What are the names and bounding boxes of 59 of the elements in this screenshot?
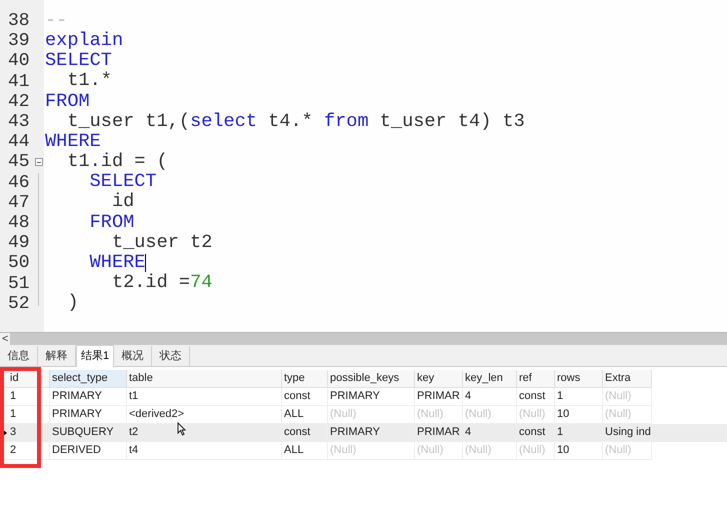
sql-keyword: from [324,112,369,132]
line-number: 51 [8,274,30,293]
line-number: 41 [8,72,30,91]
line-number: 43 [8,113,30,132]
current-row-icon [2,428,6,436]
sql-keyword: select [190,112,258,132]
code-text: t4.* [267,112,314,132]
mouse-pointer-icon [177,422,186,436]
line-number: 46 [8,174,30,192]
number-literal: 74 [190,274,212,293]
sql-keyword: WHERE [45,132,101,152]
sql-keyword: FROM [88,214,134,232]
code-comment: -- [45,12,68,30]
table-cell: (Null) [328,442,415,460]
line-number: 40 [8,52,30,70]
result-tab[interactable]: 结果1 [76,345,114,367]
table-cell: (Null) [415,442,463,460]
code-text: id [110,193,134,212]
sql-keyword: SELECT [45,52,112,71]
column-header[interactable]: key_len [463,370,517,388]
table-cell: (Null) [517,442,555,460]
code-text: t1.* [66,72,112,91]
table-cell: (Null) [603,442,652,460]
column-header[interactable]: rows [555,370,603,388]
line-number: 50 [8,254,30,272]
code-text: t_user t2 [110,234,212,252]
sql-keyword: FROM [45,92,90,112]
column-header[interactable]: key [415,370,463,388]
line-number: 48 [8,214,30,232]
line-number: 47 [8,194,30,212]
line-number: 38 [8,12,30,30]
sql-keyword: WHERE [88,254,146,273]
table-cell: 10 [555,442,603,460]
column-header[interactable]: possible_keys [328,370,415,388]
line-number: 45 [8,153,30,172]
code-text: t1.id = ( [66,153,168,172]
column-header[interactable]: table [127,370,282,388]
code-text: t_user t1,( [66,112,190,132]
line-number: 49 [8,234,30,252]
code-text: t_user t4) t3 [378,112,525,132]
line-number: 44 [8,133,30,152]
line-number: 52 [8,294,30,313]
table-cell: t4 [127,442,282,460]
column-header[interactable]: Extra [603,370,652,388]
horizontal-scrollbar[interactable]: < [0,332,727,345]
table-cell: ALL [282,442,328,460]
code-text: t2.id = [110,274,190,293]
fold-toggle-icon[interactable] [35,158,43,166]
column-header[interactable]: type [282,370,328,388]
table-cell: 2 [8,442,50,460]
column-header[interactable]: ref [517,370,555,388]
sql-keyword: explain [45,32,124,51]
sql-keyword: SELECT [88,173,157,192]
table-cell: (Null) [463,442,517,460]
table-cell: DERIVED [50,442,127,460]
line-number: 39 [8,32,30,50]
line-number: 42 [8,92,30,111]
code-text: ) [66,294,78,314]
column-header[interactable]: select_type [50,370,127,388]
